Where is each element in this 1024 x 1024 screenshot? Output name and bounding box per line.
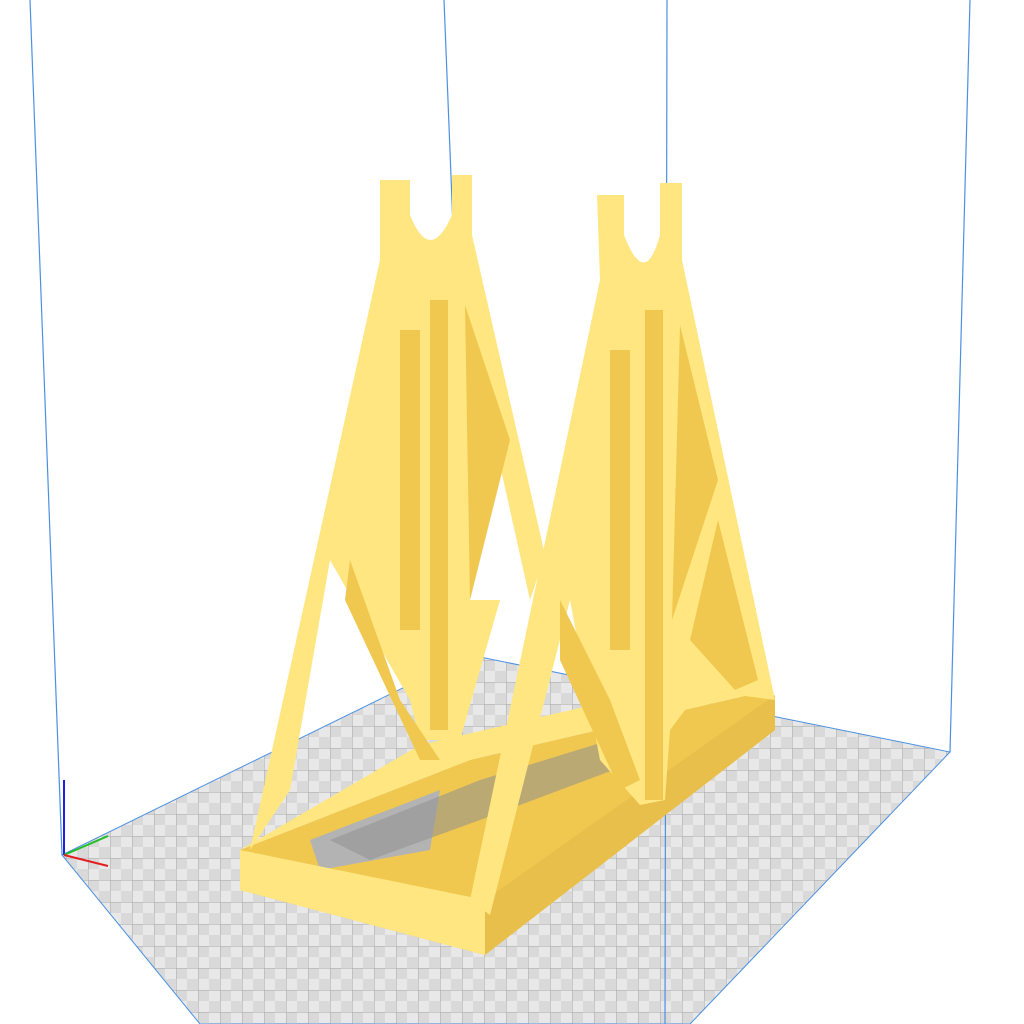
3d-viewport[interactable]: [0, 0, 1024, 1024]
scene-canvas[interactable]: [0, 0, 1024, 1024]
